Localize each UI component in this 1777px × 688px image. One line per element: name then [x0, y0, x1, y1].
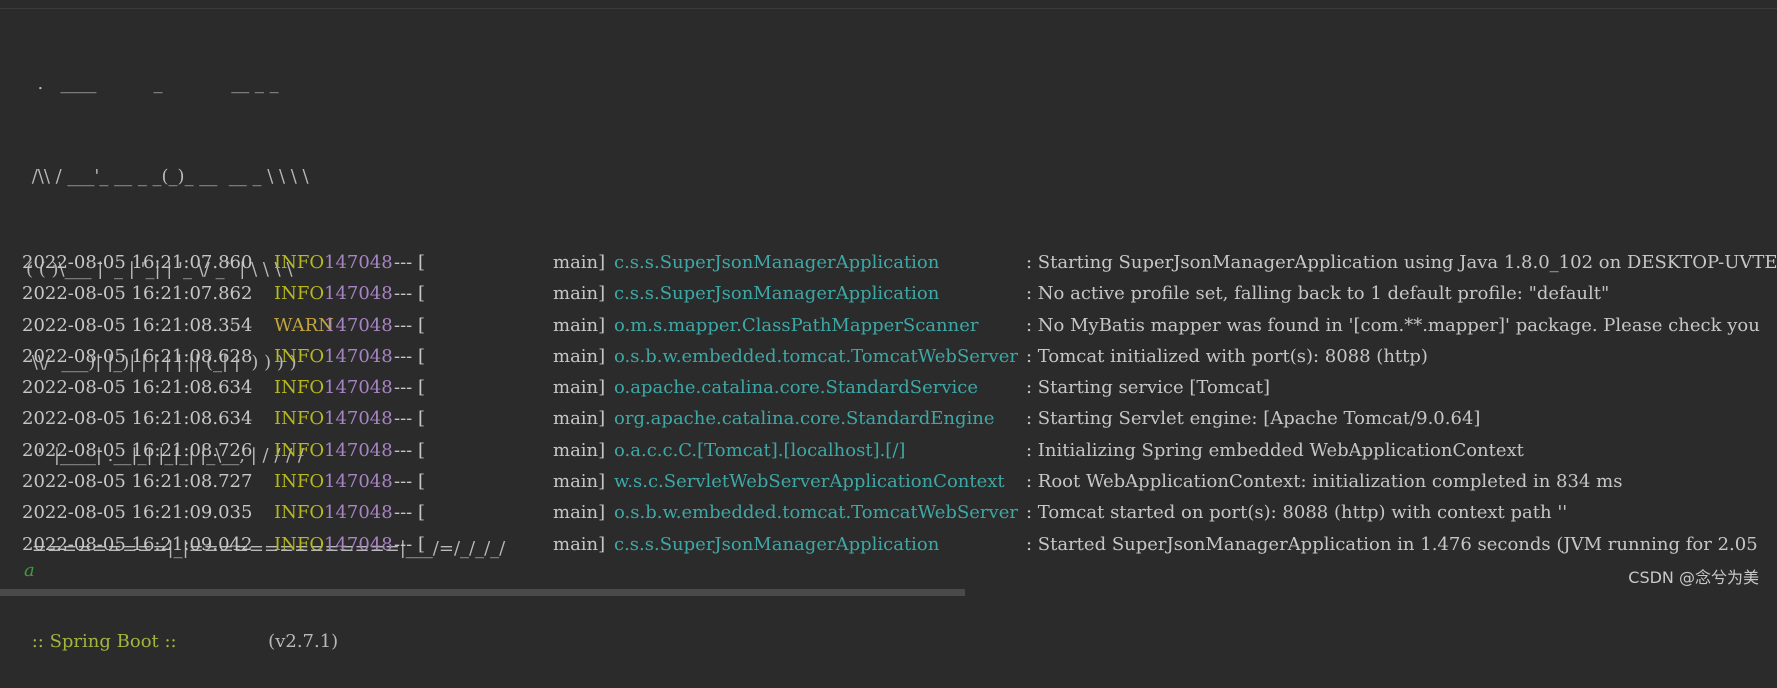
log-row: 2022-08-05 16:21:08.634 INFO 147048 --- [ ma…: [22, 403, 1777, 434]
log-timestamp: 2022-08-05 16:21:08.628: [22, 345, 253, 367]
log-separator: --- [: [394, 252, 425, 273]
log-timestamp: 2022-08-05 16:21:08.354: [22, 314, 253, 336]
horizontal-scrollbar-thumb[interactable]: [0, 589, 965, 596]
log-timestamp: 2022-08-05 16:21:08.634: [22, 377, 253, 399]
log-timestamp: 2022-08-05 16:21:07.862: [22, 283, 253, 305]
log-row: 2022-08-05 16:21:09.042 INFO 147048 --- [ ma…: [22, 529, 1777, 560]
console-input-line[interactable]: a: [24, 560, 35, 581]
log-timestamp: 2022-08-05 16:21:08.634: [22, 408, 253, 430]
log-separator: --- [: [394, 439, 425, 461]
csdn-watermark: CSDN @念兮为美: [1628, 568, 1759, 587]
log-level: INFO: [274, 439, 325, 461]
log-timestamp: 2022-08-05 16:21:08.726: [22, 439, 253, 461]
log-separator: --- [: [394, 377, 425, 399]
log-thread: main]: [553, 377, 606, 399]
log-row: 2022-08-05 16:21:07.860 INFO 147048 --- [ ma…: [22, 247, 1777, 278]
log-pid: 147048: [324, 502, 393, 524]
spring-boot-label: :: Spring Boot ::: [26, 631, 183, 652]
log-thread: main]: [553, 533, 606, 555]
log-row: 2022-08-05 16:21:07.862 INFO 147048 --- [ ma…: [22, 278, 1777, 309]
log-message: : Starting service [Tomcat]: [1026, 377, 1270, 399]
log-separator: --- [: [394, 408, 425, 430]
log-thread: main]: [553, 502, 606, 524]
log-row: 2022-08-05 16:21:08.727 INFO 147048 --- [ ma…: [22, 466, 1777, 497]
log-message: : Root WebApplicationContext: initializa…: [1026, 471, 1623, 493]
log-pid: 147048: [324, 408, 393, 430]
log-timestamp: 2022-08-05 16:21:09.035: [22, 502, 253, 524]
log-logger-name: o.a.c.c.C.[Tomcat].[localhost].[/]: [614, 439, 906, 461]
log-level: INFO: [274, 471, 325, 493]
log-logger-name: w.s.c.ServletWebServerApplicationContext: [614, 471, 1005, 493]
log-timestamp: 2022-08-05 16:21:07.860: [22, 252, 253, 273]
log-separator: --- [: [394, 471, 425, 493]
log-pid: 147048: [324, 533, 393, 555]
log-level: INFO: [274, 283, 325, 305]
log-message: : Tomcat started on port(s): 8088 (http)…: [1026, 502, 1568, 524]
log-level: INFO: [274, 252, 325, 273]
log-level: INFO: [274, 533, 325, 555]
log-thread: main]: [553, 345, 606, 367]
log-message: : Initializing Spring embedded WebApplic…: [1026, 439, 1524, 461]
log-thread: main]: [553, 471, 606, 493]
log-message: : No active profile set, falling back to…: [1026, 283, 1610, 305]
log-thread: main]: [553, 439, 606, 461]
log-message: : Tomcat initialized with port(s): 8088 …: [1026, 345, 1428, 367]
log-message: : Starting Servlet engine: [Apache Tomca…: [1026, 408, 1481, 430]
log-pid: 147048: [324, 252, 393, 273]
log-row: 2022-08-05 16:21:08.628 INFO 147048 --- [ ma…: [22, 341, 1777, 372]
spring-boot-version-line: :: Spring Boot :: (v2.7.1): [26, 626, 505, 657]
banner-line: /\\ / ___'_ __ _ _(_)_ __ __ _ \ \ \ \: [26, 166, 309, 187]
log-pid: 147048: [324, 377, 393, 399]
log-level: INFO: [274, 377, 325, 399]
log-separator: --- [: [394, 533, 425, 555]
console-log-output[interactable]: 2022-08-05 16:21:07.860 INFO 147048 --- [ma…: [22, 247, 1777, 560]
log-timestamp: 2022-08-05 16:21:08.727: [22, 471, 253, 493]
log-logger-name: org.apache.catalina.core.StandardEngine: [614, 408, 995, 430]
log-row: 2022-08-05 16:21:08.634 INFO 147048 --- [ ma…: [22, 372, 1777, 403]
log-thread: main]: [553, 408, 606, 430]
log-thread: main]: [553, 252, 606, 273]
log-message: : Starting SuperJsonManagerApplication u…: [1026, 252, 1777, 273]
log-separator: --- [: [394, 283, 425, 305]
log-pid: 147048: [324, 471, 393, 493]
log-logger-name: c.s.s.SuperJsonManagerApplication: [614, 252, 940, 273]
log-logger-name: o.apache.catalina.core.StandardService: [614, 377, 979, 399]
log-separator: --- [: [394, 314, 425, 336]
spring-boot-version: (v2.7.1): [182, 631, 339, 652]
log-logger-name: c.s.s.SuperJsonManagerApplication: [614, 533, 940, 555]
log-pid: 147048: [324, 345, 393, 367]
log-pid: 147048: [324, 314, 393, 336]
log-row: 2022-08-05 16:21:08.354 WARN 147048 --- [ma…: [22, 310, 1777, 341]
log-message: : No MyBatis mapper was found in '[com.*…: [1026, 314, 1760, 336]
log-pid: 147048: [324, 439, 393, 461]
log-timestamp: 2022-08-05 16:21:09.042: [22, 533, 253, 555]
log-level: INFO: [274, 502, 325, 524]
log-separator: --- [: [394, 502, 425, 524]
log-level: INFO: [274, 345, 325, 367]
banner-line: . ____ _ __ _ _: [26, 73, 279, 94]
log-pid: 147048: [324, 283, 393, 305]
log-logger-name: c.s.s.SuperJsonManagerApplication: [614, 283, 940, 305]
log-thread: main]: [553, 283, 606, 305]
log-separator: --- [: [394, 345, 425, 367]
log-level: INFO: [274, 408, 325, 430]
log-logger-name: o.s.b.w.embedded.tomcat.TomcatWebServer: [614, 502, 1018, 524]
log-row: 2022-08-05 16:21:08.726 INFO 147048 --- [ ma…: [22, 435, 1777, 466]
log-row: 2022-08-05 16:21:09.035 INFO 147048 --- [ ma…: [22, 497, 1777, 528]
log-thread: main]: [553, 314, 606, 336]
log-logger-name: o.m.s.mapper.ClassPathMapperScanner: [614, 314, 979, 336]
log-message: : Started SuperJsonManagerApplication in…: [1026, 533, 1758, 555]
log-logger-name: o.s.b.w.embedded.tomcat.TomcatWebServer: [614, 345, 1018, 367]
